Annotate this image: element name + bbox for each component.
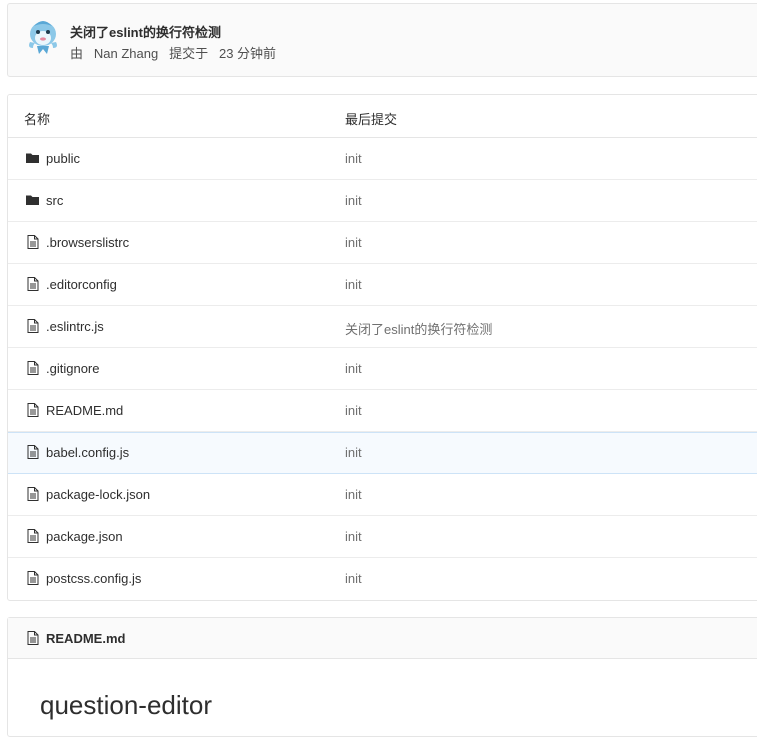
file-icon <box>27 529 39 543</box>
file-name[interactable]: src <box>46 193 63 208</box>
file-name[interactable]: .editorconfig <box>46 277 117 292</box>
tree-header: 名称 最后提交 <box>8 95 757 138</box>
tree-row-gitignore[interactable]: .gitignore init <box>8 348 757 390</box>
file-name[interactable]: README.md <box>46 403 123 418</box>
row-commit-message[interactable]: init <box>345 193 362 208</box>
tree-row-babel-config[interactable]: babel.config.js init <box>8 432 757 474</box>
row-commit-message[interactable]: init <box>345 361 362 376</box>
row-commit-message[interactable]: init <box>345 403 362 418</box>
file-icon <box>27 403 39 417</box>
column-header-name: 名称 <box>24 112 51 127</box>
row-commit-message[interactable]: init <box>345 487 362 502</box>
file-icon <box>27 631 39 645</box>
commit-title[interactable]: 关闭了eslint的换行符检测 <box>70 22 221 41</box>
commit-action: 提交于 <box>169 46 209 61</box>
file-icon <box>27 487 39 501</box>
column-header-last-commit: 最后提交 <box>345 112 398 127</box>
file-name[interactable]: postcss.config.js <box>46 571 141 586</box>
tree-row-browserslistrc[interactable]: .browserslistrc init <box>8 222 757 264</box>
avatar[interactable] <box>25 18 61 56</box>
tree-row-editorconfig[interactable]: .editorconfig init <box>8 264 757 306</box>
row-commit-message[interactable]: init <box>345 235 362 250</box>
row-commit-message[interactable]: init <box>345 529 362 544</box>
file-icon <box>27 571 39 585</box>
file-name[interactable]: babel.config.js <box>46 445 129 460</box>
tree-row-readme[interactable]: README.md init <box>8 390 757 432</box>
readme-heading: question-editor <box>40 690 212 720</box>
tree-row-package-json[interactable]: package.json init <box>8 516 757 558</box>
file-tree-table: 名称 最后提交 public init src init .browsersli… <box>7 94 757 601</box>
tree-row-src[interactable]: src init <box>8 180 757 222</box>
readme-filename[interactable]: README.md <box>46 631 125 646</box>
last-commit-panel: 关闭了eslint的换行符检测 由 Nan Zhang 提交于 23 分钟前 <box>7 3 757 77</box>
row-commit-message[interactable]: init <box>345 277 362 292</box>
row-commit-message[interactable]: init <box>345 445 362 460</box>
row-commit-message[interactable]: init <box>345 151 362 166</box>
file-name[interactable]: .browserslistrc <box>46 235 129 250</box>
file-icon <box>27 361 39 375</box>
commit-time: 23 分钟前 <box>218 46 277 61</box>
tree-row-public[interactable]: public init <box>8 138 757 180</box>
file-name[interactable]: public <box>46 151 80 166</box>
file-name[interactable]: .gitignore <box>46 361 99 376</box>
row-commit-message[interactable]: 关闭了eslint的换行符检测 <box>345 319 492 338</box>
folder-icon <box>26 153 39 163</box>
file-name[interactable]: package.json <box>46 529 123 544</box>
readme-panel: README.md question-editor <box>7 617 757 737</box>
file-name[interactable]: package-lock.json <box>46 487 150 502</box>
file-icon <box>27 235 39 249</box>
folder-icon <box>26 195 39 205</box>
commit-prefix: 由 <box>70 46 84 61</box>
readme-header: README.md <box>8 618 757 659</box>
file-icon <box>27 277 39 291</box>
commit-author[interactable]: Nan Zhang <box>94 46 158 61</box>
file-icon <box>27 445 39 459</box>
commit-meta: 由 Nan Zhang 提交于 23 分钟前 <box>70 43 276 62</box>
tree-row-eslintrc[interactable]: .eslintrc.js 关闭了eslint的换行符检测 <box>8 306 757 348</box>
tree-row-package-lock[interactable]: package-lock.json init <box>8 474 757 516</box>
row-commit-message[interactable]: init <box>345 571 362 586</box>
tree-row-postcss-config[interactable]: postcss.config.js init <box>8 558 757 600</box>
file-icon <box>27 319 39 333</box>
file-name[interactable]: .eslintrc.js <box>46 319 104 334</box>
